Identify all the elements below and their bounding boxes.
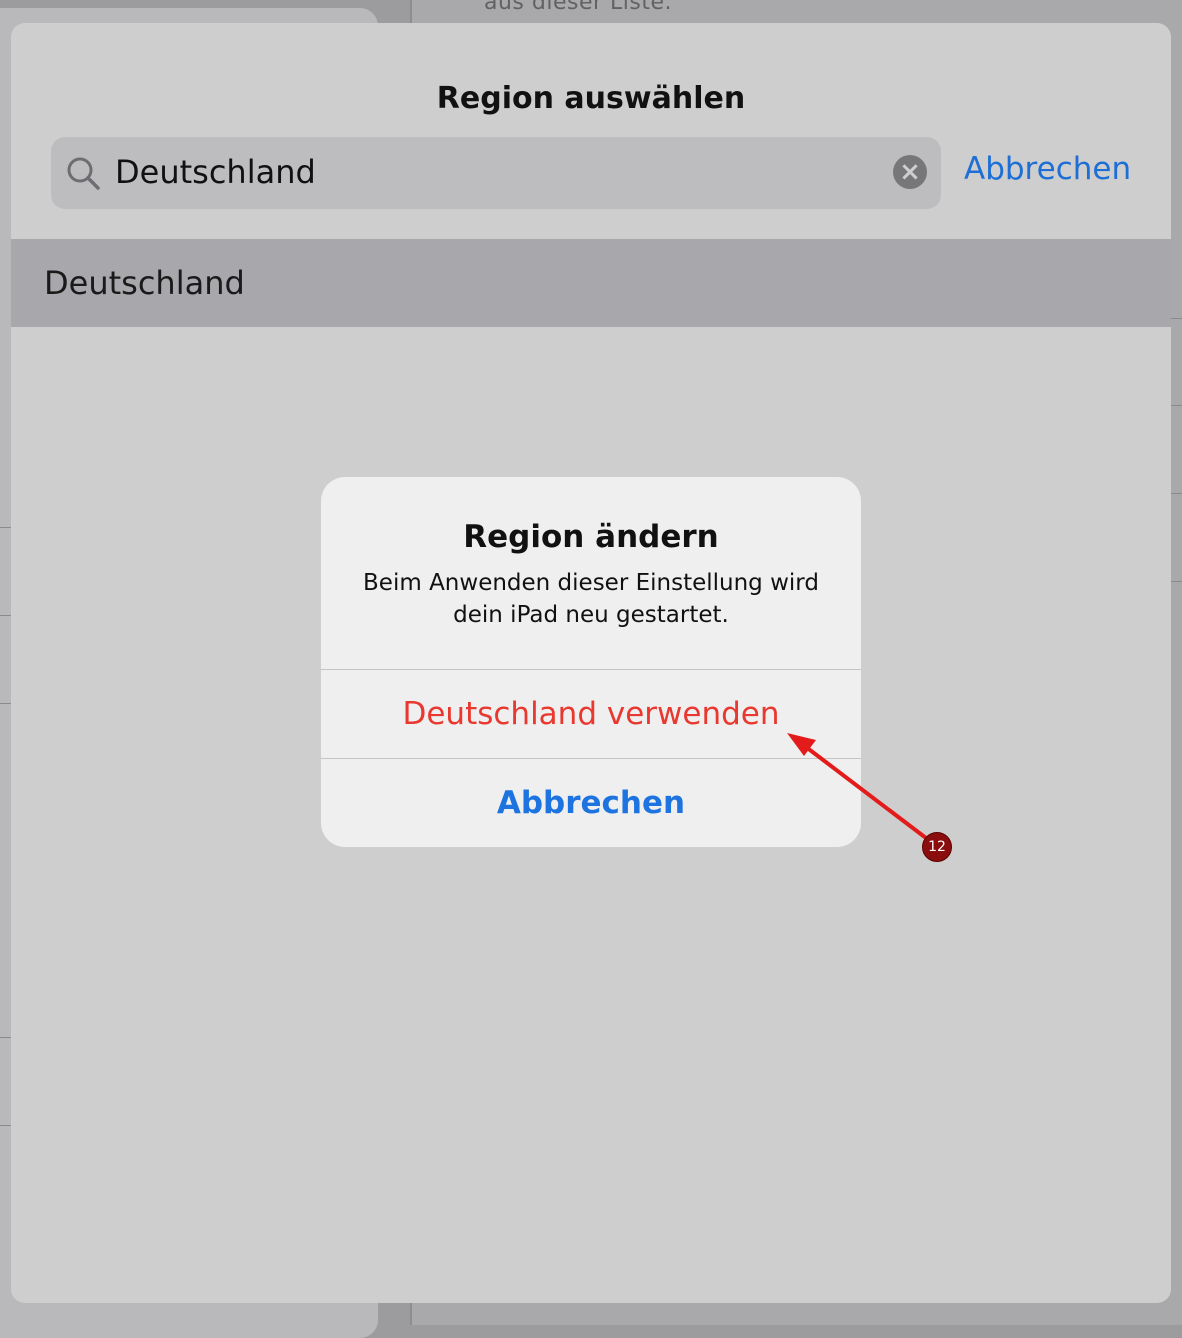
annotation-arrow (787, 733, 928, 840)
step-marker: 12 (922, 832, 952, 862)
